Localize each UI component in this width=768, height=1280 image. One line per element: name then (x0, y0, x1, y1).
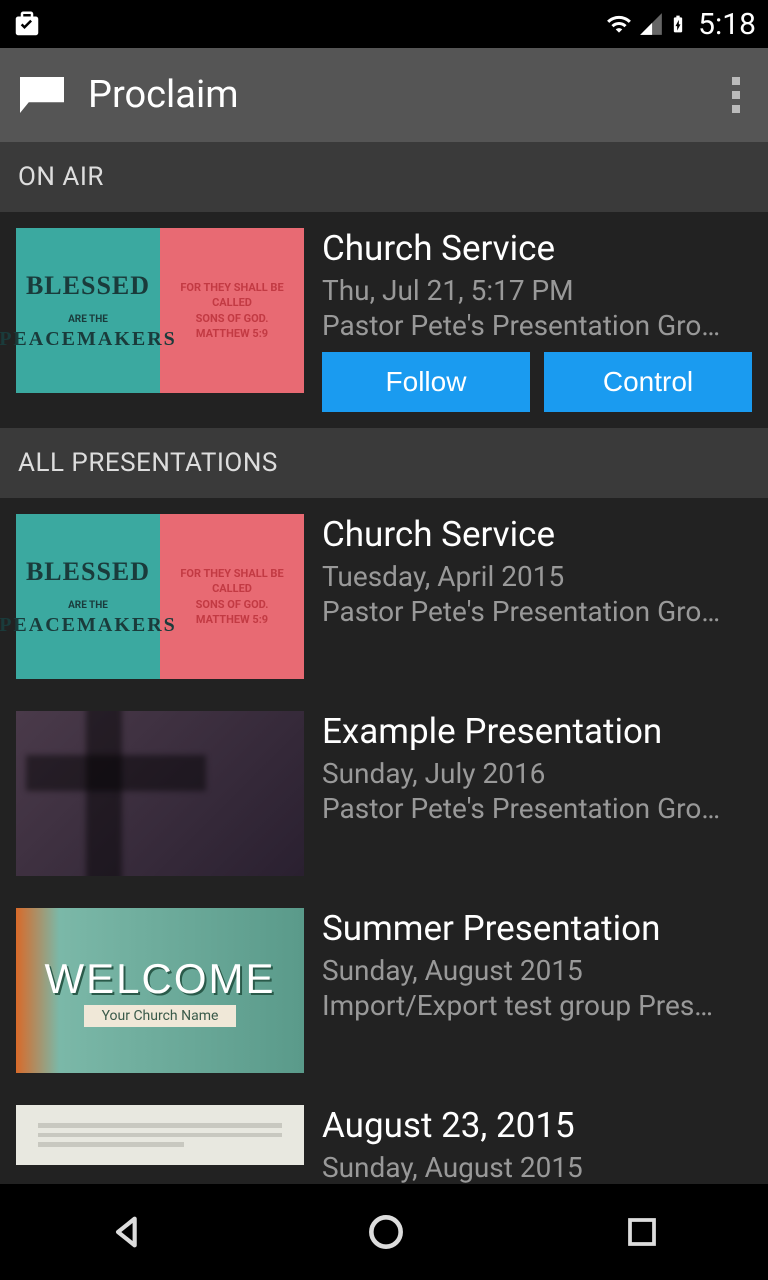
section-all-presentations: ALL PRESENTATIONS (0, 428, 768, 498)
presentation-thumbnail (16, 711, 304, 876)
app-icon (20, 77, 64, 113)
onair-group: Pastor Pete's Presentation Gro… (322, 309, 752, 342)
presentation-date: Sunday, August 2015 (322, 1151, 752, 1184)
presentation-title: August 23, 2015 (322, 1105, 752, 1147)
cell-icon (638, 11, 664, 37)
presentation-group: Pastor Pete's Presentation Gro… (322, 792, 752, 825)
list-item[interactable]: WELCOME Your Church Name Summer Presenta… (0, 892, 768, 1089)
presentation-date: Sunday, August 2015 (322, 954, 752, 987)
follow-button[interactable]: Follow (322, 352, 530, 412)
action-bar: Proclaim (0, 48, 768, 142)
list-item[interactable]: August 23, 2015 Sunday, August 2015 (0, 1089, 768, 1184)
onair-date: Thu, Jul 21, 5:17 PM (322, 274, 752, 307)
onair-item[interactable]: BLESSED ARE THE PEACEMAKERS FOR THEY SHA… (0, 212, 768, 428)
list-item[interactable]: BLESSED ARE THE PEACEMAKERS FOR THEY SHA… (0, 498, 768, 695)
presentation-group: Import/Export test group Pres… (322, 989, 752, 1022)
recents-button[interactable] (624, 1214, 660, 1250)
presentation-thumbnail: BLESSED ARE THE PEACEMAKERS FOR THEY SHA… (16, 514, 304, 679)
presentation-date: Tuesday, April 2015 (322, 560, 752, 593)
battery-charging-icon (668, 9, 688, 39)
presentation-thumbnail: WELCOME Your Church Name (16, 908, 304, 1073)
home-button[interactable] (364, 1210, 408, 1254)
onair-thumbnail: BLESSED ARE THE PEACEMAKERS FOR THEY SHA… (16, 228, 304, 393)
navigation-bar (0, 1184, 768, 1280)
presentation-title: Example Presentation (322, 711, 752, 753)
overflow-menu-button[interactable] (732, 77, 748, 113)
status-bar: 5:18 (0, 0, 768, 48)
content-scroll[interactable]: ON AIR BLESSED ARE THE PEACEMAKERS FOR T… (0, 142, 768, 1184)
control-button[interactable]: Control (544, 352, 752, 412)
presentation-date: Sunday, July 2016 (322, 757, 752, 790)
status-time: 5:18 (698, 7, 756, 42)
presentation-title: Church Service (322, 514, 752, 556)
presentation-group: Pastor Pete's Presentation Gro… (322, 595, 752, 628)
shop-icon (12, 9, 42, 39)
presentation-title: Summer Presentation (322, 908, 752, 950)
list-item[interactable]: Example Presentation Sunday, July 2016 P… (0, 695, 768, 892)
wifi-icon (604, 11, 634, 37)
back-button[interactable] (108, 1212, 148, 1252)
app-title: Proclaim (88, 73, 732, 117)
section-on-air: ON AIR (0, 142, 768, 212)
onair-title: Church Service (322, 228, 752, 270)
presentation-thumbnail (16, 1105, 304, 1165)
